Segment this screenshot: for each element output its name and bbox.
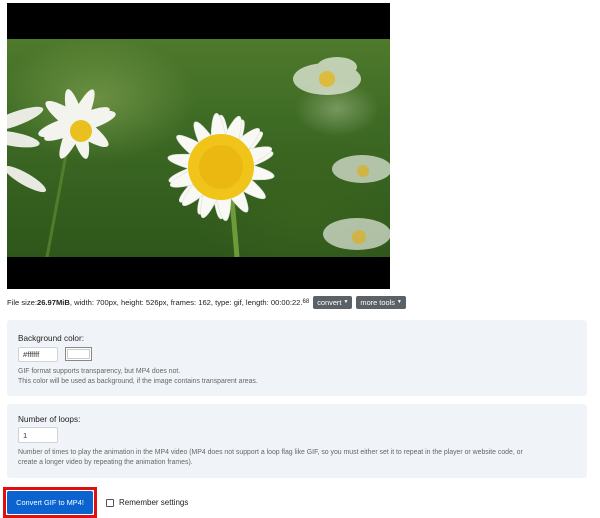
file-length-fraction: 68 [302,299,310,305]
loops-help-line-1: Number of times to play the animation in… [18,449,523,456]
file-size-label: File size: [7,297,37,307]
background-color-input[interactable]: #ffffff [18,347,58,362]
loops-help: Number of times to play the animation in… [18,448,523,468]
convert-menu-label: convert [317,297,342,307]
loops-input[interactable]: 1 [18,427,58,443]
preview-image [7,39,390,257]
background-color-heading: Background color: [18,334,84,343]
gif-preview [7,3,390,289]
color-picker-swatch[interactable] [65,347,92,361]
background-color-help: GIF format supports transparency, but MP… [18,367,258,387]
loops-help-line-2: create a longer video by repeating the a… [18,459,193,466]
background-help-line-1: GIF format supports transparency, but MP… [18,368,181,375]
file-size-value: 26.97MiB [36,297,70,307]
file-details: , width: 700px, height: 526px, frames: 1… [69,297,303,307]
background-color-panel: Background color: #ffffff GIF format sup… [7,320,587,396]
remember-settings-option[interactable]: Remember settings [106,498,188,507]
file-info-line: File size: 26.97MiB, width: 700px, heigh… [7,295,406,309]
loops-heading: Number of loops: [18,415,81,424]
daisy-illustration [7,57,390,257]
convert-gif-to-mp4-button[interactable]: Convert GIF to MP4! [7,491,93,514]
background-help-line-2: This color will be used as background, i… [18,378,258,385]
convert-button-highlight: Convert GIF to MP4! [3,487,97,518]
remember-settings-checkbox[interactable] [106,498,114,507]
caret-down-icon: ▼ [343,299,349,305]
convert-menu-button[interactable]: convert ▼ [313,295,353,309]
loops-panel: Number of loops: 1 Number of times to pl… [7,404,587,478]
remember-settings-label: Remember settings [119,498,189,507]
more-tools-menu-label: more tools [360,297,395,307]
more-tools-menu-button[interactable]: more tools ▼ [356,295,406,309]
caret-down-icon: ▼ [396,299,402,305]
